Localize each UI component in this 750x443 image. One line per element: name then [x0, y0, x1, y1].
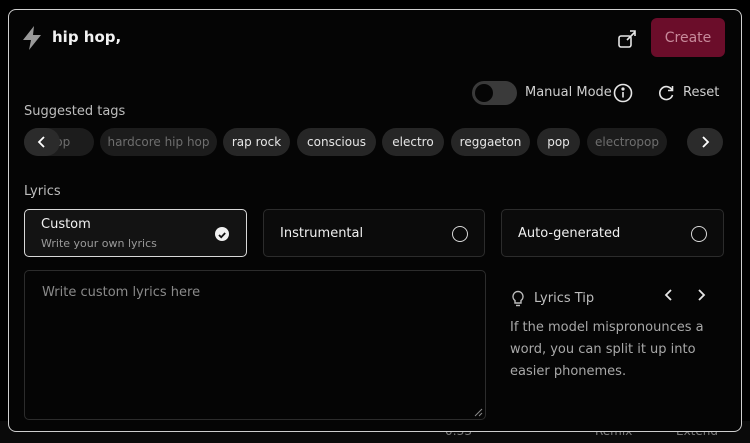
tag-chip[interactable]: rap rock — [223, 128, 290, 156]
selected-check-icon — [215, 227, 229, 241]
option-title: Auto-generated — [518, 226, 621, 241]
reset-icon[interactable] — [657, 84, 675, 102]
tip-prev-icon[interactable] — [664, 289, 674, 301]
share-icon[interactable] — [616, 28, 638, 50]
radio-icon — [452, 226, 468, 242]
lightbulb-icon — [512, 290, 524, 307]
option-subtitle: Write your own lyrics — [41, 237, 157, 250]
prompt-text[interactable]: hip hop, — [52, 28, 121, 46]
lyrics-option-custom[interactable]: Custom Write your own lyrics — [24, 209, 247, 257]
resize-grip-icon[interactable] — [473, 407, 483, 417]
tags-next-button[interactable] — [687, 128, 723, 156]
bolt-icon — [23, 26, 41, 50]
manual-mode-label: Manual Mode — [525, 85, 612, 100]
lyrics-option-instrumental[interactable]: Instrumental — [263, 209, 485, 257]
tip-next-icon[interactable] — [696, 289, 706, 301]
chevron-left-icon — [37, 136, 45, 148]
lyrics-label: Lyrics — [24, 184, 61, 199]
tip-title: Lyrics Tip — [534, 291, 595, 306]
tags-prev-button[interactable] — [24, 128, 60, 156]
create-panel: hip hop, Create Manual Mode Reset Sugges… — [8, 9, 742, 432]
lyrics-textarea[interactable]: Write custom lyrics here — [24, 270, 486, 420]
tip-body: If the model mispronounces a word, you c… — [510, 320, 704, 379]
chevron-right-icon — [702, 136, 710, 148]
tag-chip[interactable]: hardcore hip hop — [100, 128, 217, 156]
option-title: Instrumental — [280, 226, 364, 241]
tag-chip[interactable]: conscious — [297, 128, 376, 156]
tag-chip[interactable]: electropop — [587, 128, 667, 156]
radio-icon — [691, 226, 707, 242]
reset-button[interactable]: Reset — [683, 85, 719, 100]
lyrics-option-auto-generated[interactable]: Auto-generated — [501, 209, 724, 257]
lyrics-placeholder: Write custom lyrics here — [42, 285, 201, 300]
manual-mode-toggle[interactable] — [472, 81, 517, 105]
create-button[interactable]: Create — [651, 18, 725, 57]
suggested-tags-carousel: hop hardcore hip hop rap rock conscious … — [24, 128, 726, 156]
tag-chip[interactable]: pop — [537, 128, 580, 156]
info-icon[interactable] — [613, 83, 633, 103]
option-title: Custom — [41, 217, 91, 232]
tag-chip[interactable]: reggaeton — [451, 128, 530, 156]
tag-chip[interactable]: electro — [382, 128, 444, 156]
suggested-tags-label: Suggested tags — [24, 104, 126, 119]
